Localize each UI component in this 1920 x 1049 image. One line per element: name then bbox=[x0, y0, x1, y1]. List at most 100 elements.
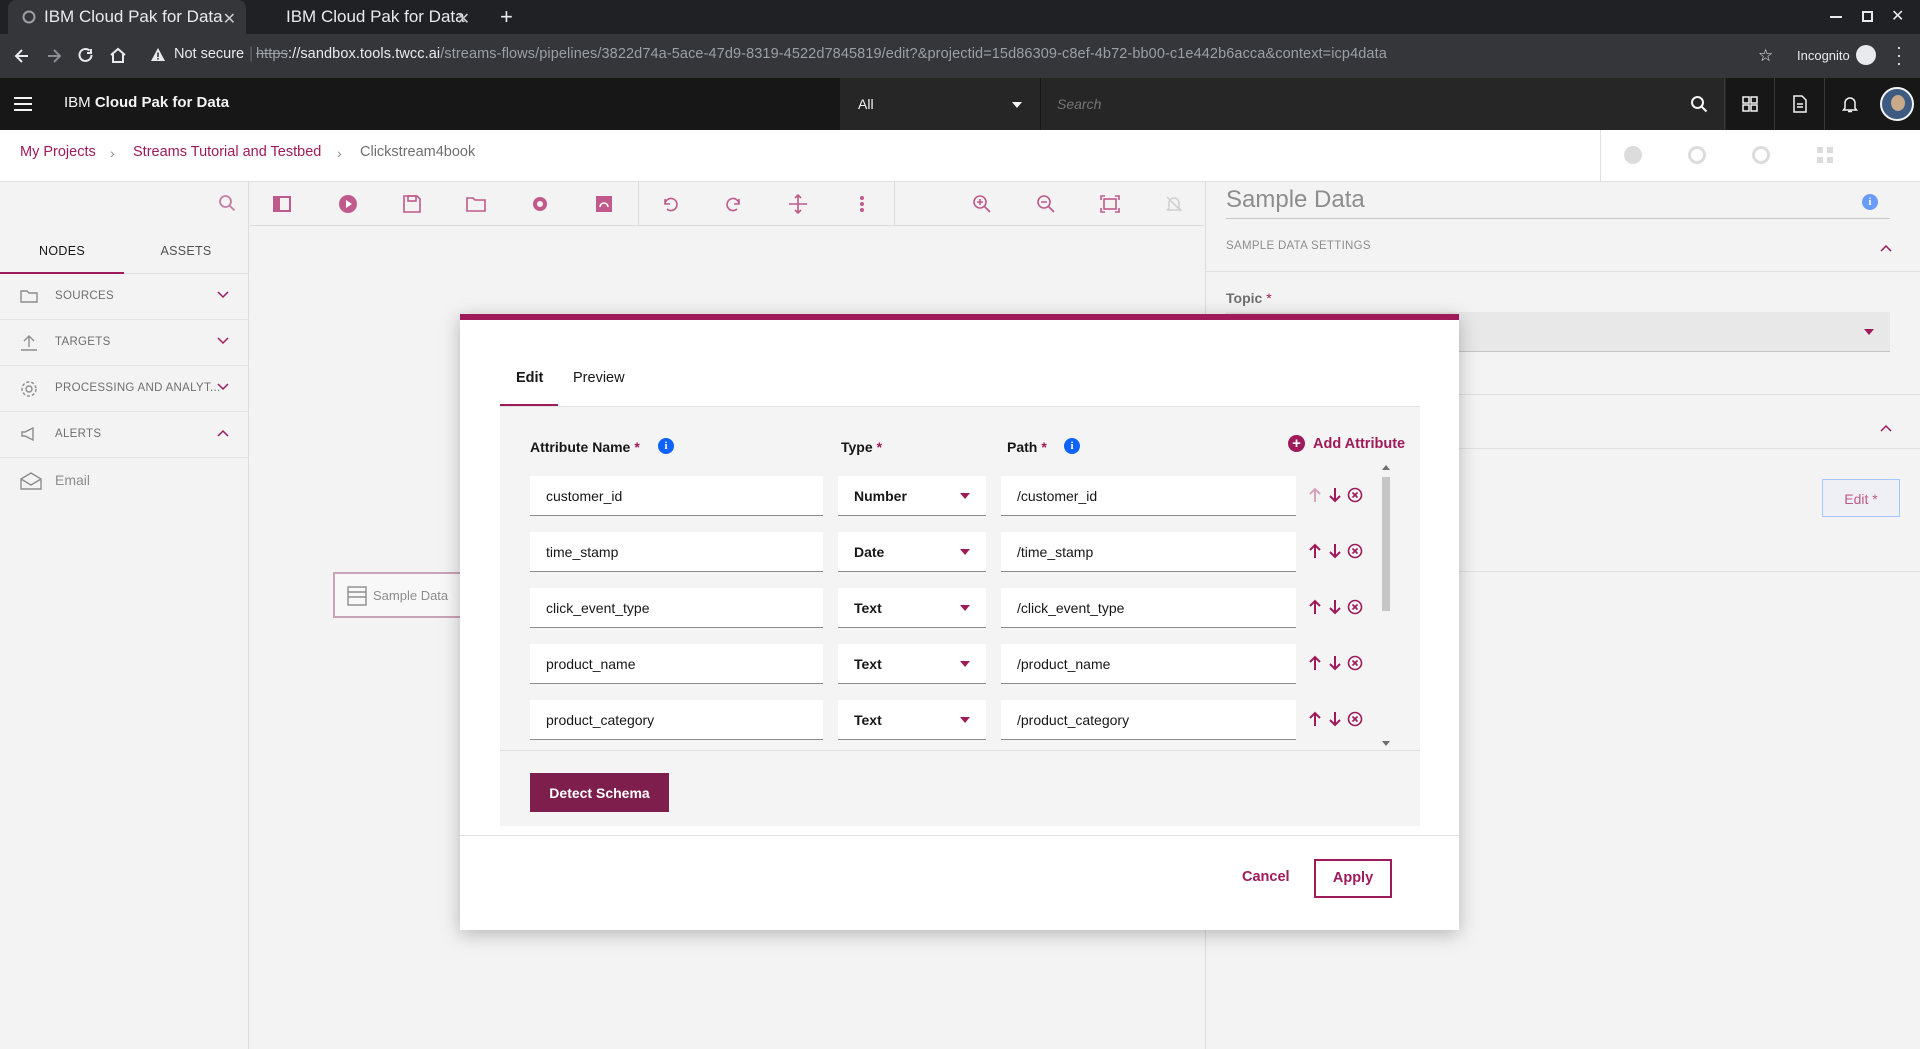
warning-icon[interactable] bbox=[150, 47, 166, 63]
palette-node-email[interactable]: Email bbox=[0, 458, 249, 504]
url-field[interactable]: https://sandbox.tools.twcc.ai/streams-fl… bbox=[256, 46, 1387, 62]
cancel-button[interactable]: Cancel bbox=[1242, 869, 1290, 885]
move-down-icon[interactable] bbox=[1326, 598, 1344, 616]
hamburger-menu-icon[interactable] bbox=[14, 96, 32, 112]
attribute-type-select[interactable]: Text bbox=[838, 644, 986, 684]
document-icon[interactable] bbox=[1774, 78, 1824, 130]
catalog-icon[interactable] bbox=[1724, 78, 1774, 130]
tab-nodes[interactable]: NODES bbox=[0, 226, 124, 274]
new-tab-button[interactable]: + bbox=[500, 4, 513, 30]
remove-row-icon[interactable] bbox=[1346, 542, 1364, 560]
palette-category-processing[interactable]: PROCESSING AND ANALYT... bbox=[0, 366, 249, 412]
move-down-icon[interactable] bbox=[1326, 654, 1344, 672]
move-down-icon[interactable] bbox=[1326, 486, 1344, 504]
detect-schema-button[interactable]: Detect Schema bbox=[530, 773, 669, 812]
flow-node-sample-data[interactable]: Sample Data bbox=[333, 572, 473, 618]
info-icon[interactable]: i bbox=[1064, 438, 1080, 454]
tab-preview[interactable]: Preview bbox=[573, 370, 625, 386]
move-up-icon[interactable] bbox=[1306, 542, 1324, 560]
minimize-icon[interactable] bbox=[1830, 16, 1842, 18]
browser-tab-2[interactable]: IBM Cloud Pak for Data ✕ bbox=[250, 0, 480, 34]
breadcrumb-my-projects[interactable]: My Projects bbox=[20, 144, 96, 160]
tab-assets[interactable]: ASSETS bbox=[124, 226, 248, 274]
add-attribute-button[interactable]: + Add Attribute bbox=[1288, 435, 1405, 452]
attribute-type-select[interactable]: Text bbox=[838, 700, 986, 740]
export-icon[interactable] bbox=[572, 182, 636, 226]
settings-gear-icon[interactable] bbox=[508, 182, 572, 226]
panel-title[interactable]: Sample Data bbox=[1226, 186, 1365, 214]
toggle-palette-icon[interactable] bbox=[250, 182, 314, 226]
attribute-name-input[interactable]: product_category bbox=[530, 700, 823, 740]
redo-icon[interactable] bbox=[702, 182, 766, 226]
app-brand[interactable]: IBM Cloud Pak for Data bbox=[64, 94, 229, 111]
close-window-icon[interactable]: ✕ bbox=[1891, 6, 1904, 26]
run-icon[interactable] bbox=[316, 182, 380, 226]
palette-category-sources[interactable]: SOURCES bbox=[0, 274, 249, 320]
move-down-icon[interactable] bbox=[1326, 542, 1344, 560]
attribute-type-select[interactable]: Text bbox=[838, 588, 986, 628]
notification-bell-icon[interactable] bbox=[1824, 78, 1874, 130]
avatar[interactable] bbox=[1880, 87, 1914, 121]
attribute-path-input[interactable]: /product_name bbox=[1001, 644, 1296, 684]
save-icon[interactable] bbox=[380, 182, 444, 226]
browser-menu-icon[interactable]: · · · bbox=[1896, 38, 1902, 72]
edit-schema-button[interactable]: Edit * bbox=[1822, 479, 1900, 517]
attribute-path-input[interactable]: /customer_id bbox=[1001, 476, 1296, 516]
chevron-up-icon[interactable] bbox=[1880, 244, 1892, 252]
bookmark-star-icon[interactable]: ☆ bbox=[1758, 46, 1773, 66]
info-icon[interactable]: i bbox=[1862, 194, 1878, 210]
palette-category-targets[interactable]: TARGETS bbox=[0, 320, 249, 366]
attribute-name-input[interactable]: customer_id bbox=[530, 476, 823, 516]
arrange-icon[interactable] bbox=[766, 182, 830, 226]
home-icon[interactable] bbox=[108, 45, 128, 65]
palette-search-icon[interactable] bbox=[218, 194, 236, 212]
attribute-type-select[interactable]: Date bbox=[838, 532, 986, 572]
search-icon[interactable] bbox=[1674, 78, 1724, 130]
move-up-icon[interactable] bbox=[1306, 598, 1324, 616]
runtime-icon[interactable] bbox=[1688, 146, 1706, 164]
attribute-type-select[interactable]: Number bbox=[838, 476, 986, 516]
apply-button[interactable]: Apply bbox=[1314, 859, 1392, 898]
open-folder-icon[interactable] bbox=[444, 182, 508, 226]
palette-category-alerts[interactable]: ALERTS bbox=[0, 412, 249, 458]
scroll-up-arrow-icon[interactable] bbox=[1382, 465, 1390, 470]
attribute-path-input[interactable]: /time_stamp bbox=[1001, 532, 1296, 572]
more-options-icon[interactable] bbox=[830, 182, 894, 226]
forward-icon[interactable] bbox=[44, 46, 64, 66]
search-scope-dropdown[interactable]: All bbox=[840, 78, 1040, 130]
scroll-down-arrow-icon[interactable] bbox=[1382, 741, 1390, 746]
tab-edit[interactable]: Edit bbox=[516, 370, 543, 386]
security-label[interactable]: Not secure bbox=[174, 46, 244, 62]
restore-icon[interactable] bbox=[1862, 11, 1873, 22]
move-up-icon[interactable] bbox=[1306, 710, 1324, 728]
notifications-off-icon[interactable] bbox=[1142, 182, 1206, 226]
attribute-name-input[interactable]: click_event_type bbox=[530, 588, 823, 628]
browser-tab-1[interactable]: IBM Cloud Pak for Data ✕ bbox=[8, 0, 246, 34]
zoom-in-icon[interactable] bbox=[950, 182, 1014, 226]
info-outline-icon[interactable] bbox=[1624, 146, 1642, 164]
undo-icon[interactable] bbox=[638, 182, 702, 226]
attribute-name-input[interactable]: product_name bbox=[530, 644, 823, 684]
breadcrumb-project[interactable]: Streams Tutorial and Testbed bbox=[133, 144, 321, 160]
move-up-icon[interactable] bbox=[1306, 654, 1324, 672]
chevron-up-icon[interactable] bbox=[1880, 424, 1892, 432]
attribute-path-input[interactable]: /click_event_type bbox=[1001, 588, 1296, 628]
grid-view-icon[interactable] bbox=[1816, 146, 1834, 164]
search-input[interactable] bbox=[1041, 78, 1641, 130]
remove-row-icon[interactable] bbox=[1346, 486, 1364, 504]
close-tab-icon[interactable]: ✕ bbox=[457, 9, 470, 29]
reload-icon[interactable] bbox=[76, 46, 96, 66]
zoom-out-icon[interactable] bbox=[1014, 182, 1078, 226]
settings-cog-icon[interactable] bbox=[1752, 146, 1770, 164]
scrollbar-thumb[interactable] bbox=[1382, 477, 1390, 611]
close-tab-icon[interactable]: ✕ bbox=[223, 9, 236, 29]
remove-row-icon[interactable] bbox=[1346, 710, 1364, 728]
attribute-name-input[interactable]: time_stamp bbox=[530, 532, 823, 572]
back-icon[interactable] bbox=[12, 46, 32, 66]
attribute-path-input[interactable]: /product_category bbox=[1001, 700, 1296, 740]
fit-to-screen-icon[interactable] bbox=[1078, 182, 1142, 226]
remove-row-icon[interactable] bbox=[1346, 654, 1364, 672]
move-down-icon[interactable] bbox=[1326, 710, 1344, 728]
remove-row-icon[interactable] bbox=[1346, 598, 1364, 616]
info-icon[interactable]: i bbox=[658, 438, 674, 454]
